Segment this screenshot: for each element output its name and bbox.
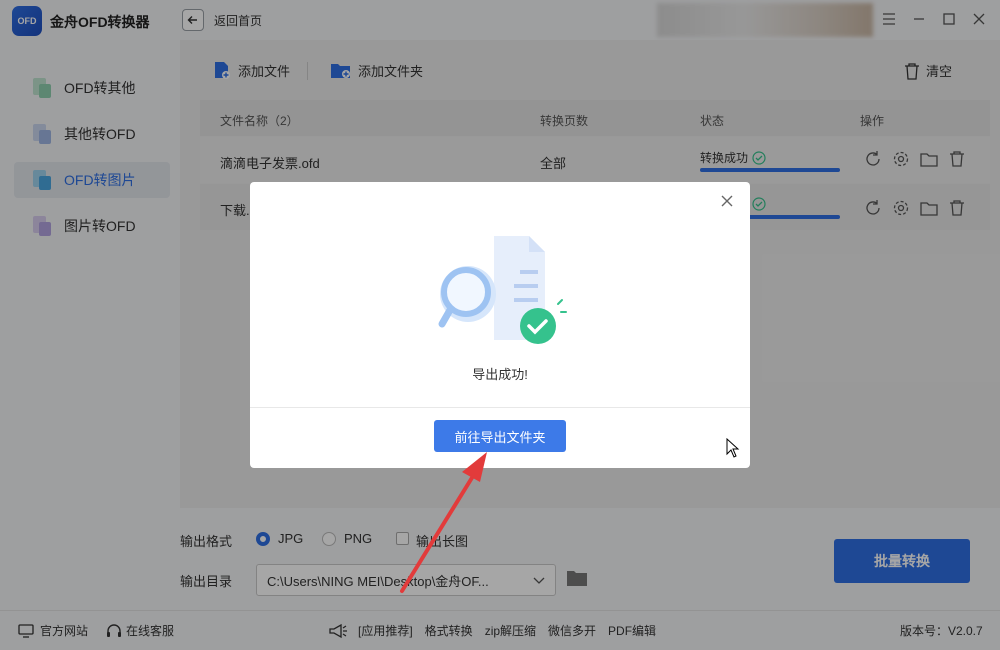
dialog-divider xyxy=(250,407,750,408)
dialog-close-icon[interactable] xyxy=(720,194,734,211)
mouse-cursor-icon xyxy=(726,438,740,458)
annotation-arrow-icon xyxy=(400,452,487,593)
success-illustration-icon xyxy=(438,236,567,344)
export-success-dialog: 导出成功! 前往导出文件夹 xyxy=(250,182,750,468)
dialog-message: 导出成功! xyxy=(472,367,528,382)
